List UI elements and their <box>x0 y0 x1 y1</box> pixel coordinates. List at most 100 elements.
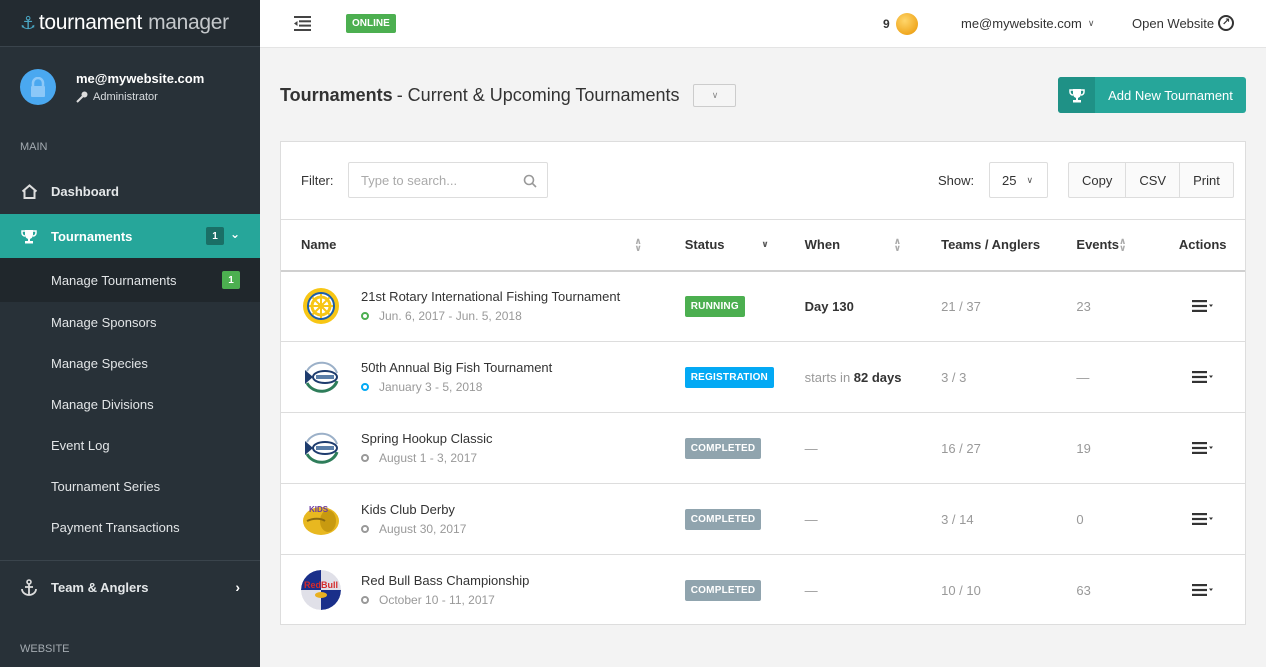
when-cell: Day 130 <box>785 271 921 342</box>
page-title-main: Tournaments <box>280 85 393 105</box>
sidebar-item-label: Tournament Series <box>51 479 161 494</box>
search-input[interactable] <box>349 163 547 197</box>
row-actions-menu[interactable] <box>1160 442 1245 454</box>
coins-balance[interactable]: 9 <box>883 13 918 35</box>
tournaments-count-badge: 1 <box>206 227 224 245</box>
column-header-events[interactable]: Events ∧ ∨ <box>1056 220 1160 271</box>
tournament-name[interactable]: 50th Annual Big Fish Tournament <box>361 360 552 375</box>
tournament-name[interactable]: Kids Club Derby <box>361 502 466 517</box>
show-label: Show: <box>938 173 975 188</box>
tournaments-panel: Filter: Show: 25 ∨ Copy CSV Print Name ∧∨… <box>280 141 1246 625</box>
view-dropdown-button[interactable]: ∨ <box>693 84 737 107</box>
search-icon[interactable] <box>523 174 537 193</box>
key-icon <box>76 91 88 103</box>
table-row[interactable]: Spring Hookup Classic August 1 - 3, 2017… <box>281 413 1245 484</box>
column-header-teams-anglers: Teams / Anglers <box>921 220 1056 271</box>
column-label: Name <box>301 237 337 253</box>
row-actions-menu[interactable] <box>1160 513 1245 525</box>
table-row[interactable]: RedBull Red Bull Bass Championship Octob… <box>281 555 1245 626</box>
menu-icon <box>1191 513 1213 525</box>
sidebar-item-tournament-series[interactable]: Tournament Series <box>0 466 260 507</box>
sidebar-item-label: Manage Sponsors <box>51 315 157 330</box>
menu-icon <box>1191 300 1213 313</box>
teams-anglers: 21 / 37 <box>941 298 981 314</box>
sidebar-item-manage-divisions[interactable]: Manage Divisions <box>0 384 260 425</box>
add-new-tournament-button[interactable]: Add New Tournament <box>1058 77 1246 113</box>
sidebar-item-label: Payment Transactions <box>51 520 180 535</box>
sidebar-item-manage-species[interactable]: Manage Species <box>0 343 260 384</box>
chevron-right-icon: › <box>235 579 240 595</box>
filter-label: Filter: <box>301 173 334 188</box>
row-actions-menu[interactable] <box>1160 300 1245 313</box>
when-prefix: — <box>804 582 818 598</box>
sidebar-item-payment-transactions[interactable]: Payment Transactions <box>0 507 260 548</box>
events-count: 63 <box>1076 582 1091 598</box>
when-prefix: starts in <box>804 369 854 385</box>
column-label: Actions <box>1178 237 1227 253</box>
row-actions-menu[interactable] <box>1160 584 1245 597</box>
status-dot-icon <box>361 312 369 321</box>
column-label: Teams / Anglers <box>941 237 1041 253</box>
trophy-icon <box>1058 77 1095 113</box>
when-value: 82 days <box>853 369 902 385</box>
when-cell: — <box>785 484 921 555</box>
collapse-sidebar-icon[interactable] <box>294 16 311 31</box>
sidebar-item-manage-tournaments[interactable]: Manage Tournaments 1 <box>0 258 260 302</box>
app-logo[interactable]: ⚓︎ tournament manager <box>0 0 260 47</box>
export-buttons: Copy CSV Print <box>1068 162 1234 198</box>
print-button[interactable]: Print <box>1180 163 1233 197</box>
tournament-name[interactable]: Red Bull Bass Championship <box>361 573 529 588</box>
csv-button[interactable]: CSV <box>1126 163 1181 197</box>
sort-icon: ∧ ∨ <box>634 235 642 253</box>
sidebar-item-dashboard[interactable]: Dashboard <box>0 169 260 213</box>
sidebar-item-team-anglers[interactable]: Team & Anglers › <box>0 567 260 607</box>
column-header-name[interactable]: Name ∧ ∨ <box>281 220 662 271</box>
teams-anglers: 16 / 27 <box>941 440 981 456</box>
teams-anglers: 10 / 10 <box>941 582 981 598</box>
table-header-row: Name ∧ ∨ Status ∨ When ∧ ∨ Teams / Anglers Ev… <box>281 219 1245 271</box>
chevron-down-icon: ∨ <box>1087 18 1095 28</box>
column-header-actions: Actions <box>1160 220 1245 271</box>
page-title-sub: - Current & Upcoming Tournaments <box>396 85 680 105</box>
account-dropdown[interactable]: me@mywebsite.com ∨ <box>961 16 1094 31</box>
row-actions-menu[interactable] <box>1160 371 1245 383</box>
trophy-icon <box>20 229 38 244</box>
sidebar-divider <box>0 560 260 561</box>
sidebar-item-event-log[interactable]: Event Log <box>0 425 260 466</box>
anchor-icon <box>20 578 38 596</box>
external-link-icon: ↗ <box>1218 15 1235 31</box>
table-row[interactable]: 21st Rotary International Fishing Tourna… <box>281 271 1245 342</box>
status-badge: COMPLETED <box>684 437 762 459</box>
open-website-label: Open Website <box>1132 15 1215 31</box>
tournaments-table: Name ∧ ∨ Status ∨ When ∧ ∨ Teams / Anglers Ev… <box>281 219 1245 626</box>
sidebar-item-label: Manage Species <box>51 356 148 371</box>
tournament-dates: Jun. 6, 2017 - Jun. 5, 2018 <box>379 309 522 324</box>
table-row[interactable]: KIDS Kids Club Derby August 30, 2017 COM… <box>281 484 1245 555</box>
table-row[interactable]: 50th Annual Big Fish Tournament January … <box>281 342 1245 413</box>
sidebar-item-label: Dashboard <box>51 183 119 199</box>
sidebar-item-tournaments[interactable]: Tournaments 1 ⌄ <box>0 214 260 258</box>
events-count: 0 <box>1076 511 1084 527</box>
open-website-link[interactable]: Open Website ↗ <box>1132 15 1235 31</box>
when-cell: starts in 82 days <box>785 342 921 413</box>
tournament-name[interactable]: Spring Hookup Classic <box>361 431 493 446</box>
copy-button[interactable]: Copy <box>1069 163 1127 197</box>
sidebar-item-label: Team & Anglers <box>51 579 149 595</box>
avatar[interactable] <box>20 69 56 105</box>
sidebar-item-label: Event Log <box>51 438 110 453</box>
account-email: me@mywebsite.com <box>961 16 1082 31</box>
menu-icon <box>1191 442 1213 454</box>
status-badge: RUNNING <box>684 295 745 317</box>
teams-anglers: 3 / 14 <box>941 511 974 527</box>
column-header-when[interactable]: When ∧ ∨ <box>785 220 921 271</box>
fish-hook-icon: ⚓︎ <box>20 12 36 33</box>
column-label: Status <box>684 237 725 253</box>
when-cell: — <box>785 413 921 484</box>
sidebar-item-manage-sponsors[interactable]: Manage Sponsors <box>0 302 260 343</box>
column-header-status[interactable]: Status ∨ <box>662 220 785 271</box>
sort-icon: ∧ ∨ <box>893 235 902 253</box>
page-size-select[interactable]: 25 ∨ <box>989 162 1048 198</box>
tournament-logo <box>301 357 341 397</box>
tournament-name[interactable]: 21st Rotary International Fishing Tourna… <box>361 289 620 304</box>
tournament-dates: January 3 - 5, 2018 <box>379 380 483 394</box>
